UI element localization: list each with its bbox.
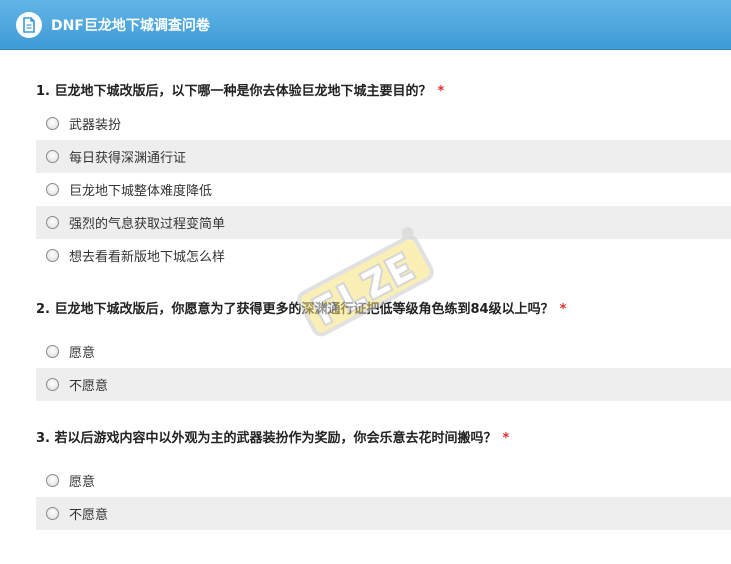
survey-body: 1. 巨龙地下城改版后，以下哪一种是你去体验巨龙地下城主要目的？ * 武器装扮 每… [0,50,731,530]
radio-button[interactable] [46,507,59,520]
required-mark: * [437,84,445,99]
option-item[interactable]: 强烈的气息获取过程变简单 [36,206,731,239]
question-title: 2. 巨龙地下城改版后，你愿意为了获得更多的深渊通行证把低等级角色练到84级以上… [36,297,731,323]
question-text: 巨龙地下城改版后，你愿意为了获得更多的深渊通行证把低等级角色练到84级以上吗？ [54,302,554,317]
option-label: 愿意 [69,346,96,361]
option-label: 强烈的气息获取过程变简单 [69,217,226,232]
option-label: 愿意 [69,475,96,490]
option-item[interactable]: 不愿意 [36,368,731,401]
required-mark: * [502,431,510,446]
option-label: 武器装扮 [69,118,122,133]
question-2: 2. 巨龙地下城改版后，你愿意为了获得更多的深渊通行证把低等级角色练到84级以上… [36,297,731,401]
question-number: 1. [36,84,50,99]
question-number: 2. [36,302,50,317]
question-title: 1. 巨龙地下城改版后，以下哪一种是你去体验巨龙地下城主要目的？ * [36,79,731,105]
option-label: 巨龙地下城整体难度降低 [69,184,213,199]
option-item[interactable]: 每日获得深渊通行证 [36,140,731,173]
radio-button[interactable] [46,378,59,391]
radio-button[interactable] [46,183,59,196]
option-label: 不愿意 [69,379,109,394]
option-item[interactable]: 不愿意 [36,497,731,530]
question-title: 3. 若以后游戏内容中以外观为主的武器装扮作为奖励，你会乐意去花时间搬吗？ * [36,426,731,452]
question-text: 若以后游戏内容中以外观为主的武器装扮作为奖励，你会乐意去花时间搬吗？ [54,431,497,446]
option-label: 不愿意 [69,508,109,523]
option-item[interactable]: 愿意 [36,464,731,497]
question-text: 巨龙地下城改版后，以下哪一种是你去体验巨龙地下城主要目的？ [54,84,432,99]
page-title: DNF巨龙地下城调查问卷 [51,17,210,34]
question-number: 3. [36,431,50,446]
option-item[interactable]: 想去看看新版地下城怎么样 [36,239,731,272]
radio-button[interactable] [46,249,59,262]
question-1: 1. 巨龙地下城改版后，以下哪一种是你去体验巨龙地下城主要目的？ * 武器装扮 每… [36,79,731,272]
option-label: 想去看看新版地下城怎么样 [69,250,226,265]
radio-button[interactable] [46,150,59,163]
option-item[interactable]: 巨龙地下城整体难度降低 [36,173,731,206]
radio-button[interactable] [46,216,59,229]
option-label: 每日获得深渊通行证 [69,151,187,166]
radio-button[interactable] [46,474,59,487]
question-3: 3. 若以后游戏内容中以外观为主的武器装扮作为奖励，你会乐意去花时间搬吗？ * 愿… [36,426,731,530]
radio-button[interactable] [46,117,59,130]
option-item[interactable]: 武器装扮 [36,107,731,140]
required-mark: * [559,302,567,317]
document-icon [16,11,42,38]
option-item[interactable]: 愿意 [36,335,731,368]
radio-button[interactable] [46,345,59,358]
survey-header: DNF巨龙地下城调查问卷 [0,0,731,50]
